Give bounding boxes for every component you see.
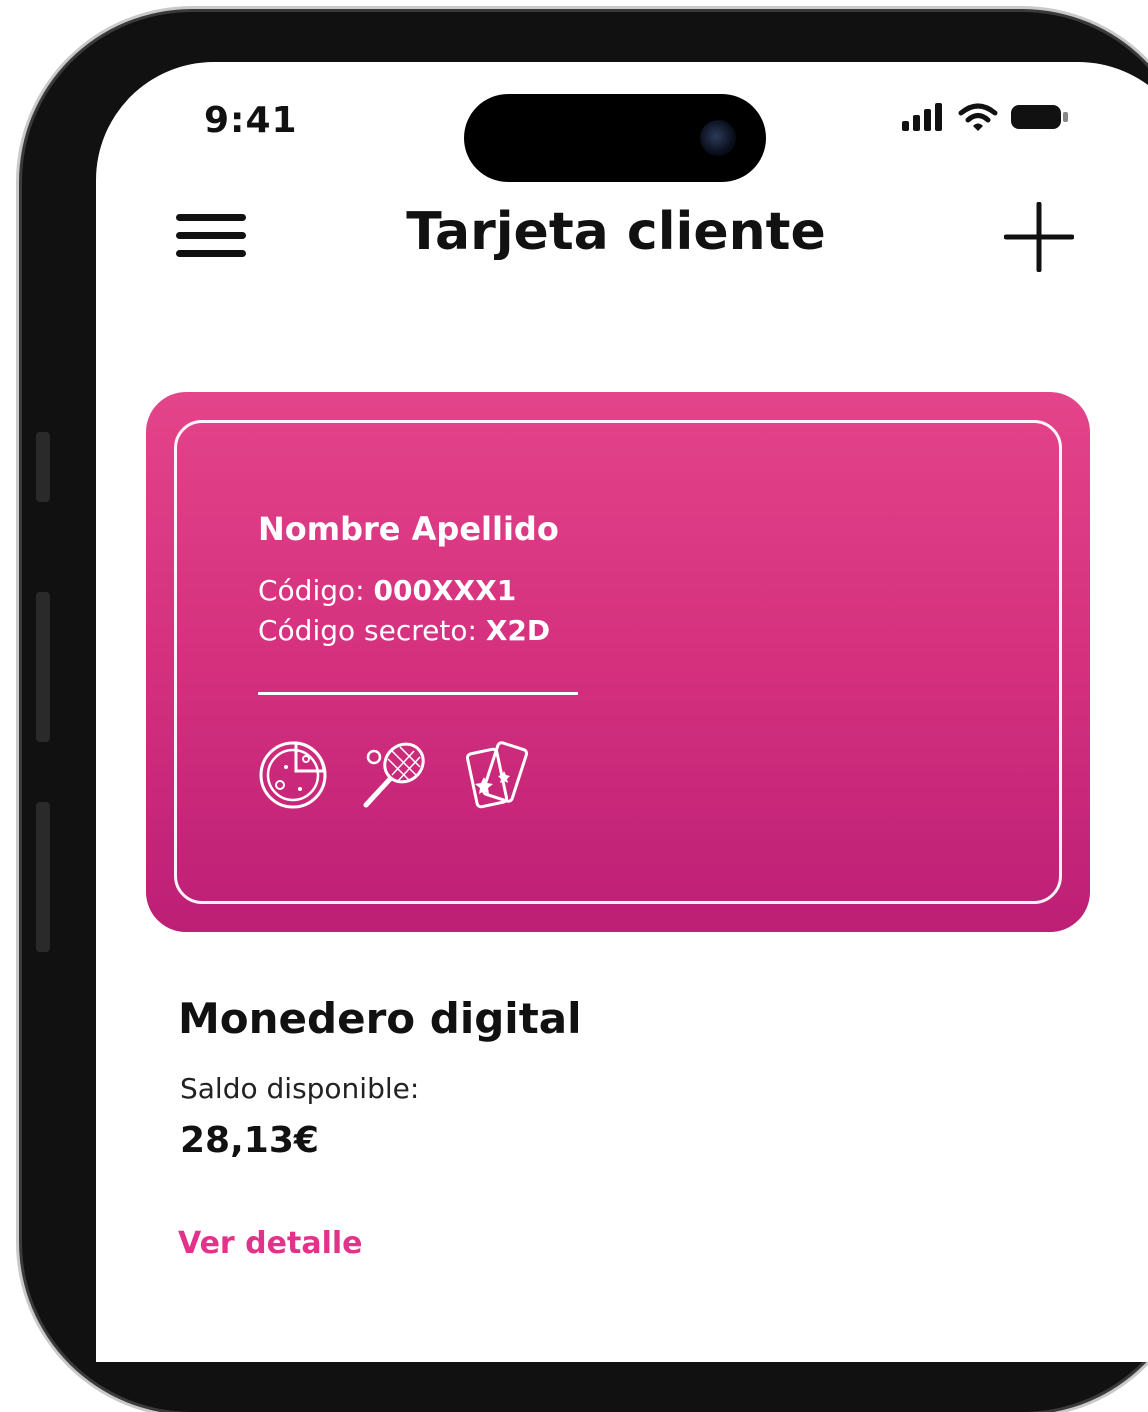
volume-up-button	[36, 592, 50, 742]
phone-screen: 9:41 Tarjeta cliente Nombre Apellido Cód…	[96, 62, 1148, 1362]
battery-icon	[1011, 105, 1068, 129]
plus-icon[interactable]	[1004, 202, 1074, 272]
wallet-title: Monedero digital	[178, 994, 582, 1043]
card-secret-label: Código secreto:	[258, 614, 477, 647]
wifi-icon	[958, 103, 998, 131]
tennis-racket-icon	[363, 742, 425, 808]
phone-frame: 9:41 Tarjeta cliente Nombre Apellido Cód…	[22, 12, 1148, 1412]
customer-card[interactable]: Nombre Apellido Código: 000XXX1 Código s…	[146, 392, 1090, 932]
mute-switch	[36, 432, 50, 502]
balance-value: 28,13€	[180, 1120, 319, 1161]
view-detail-link[interactable]: Ver detalle	[178, 1226, 362, 1261]
pizza-icon	[259, 741, 327, 809]
card-secret-value: X2D	[485, 614, 551, 647]
status-time: 9:41	[204, 100, 298, 141]
card-code-label: Código:	[258, 574, 365, 607]
card-divider	[258, 692, 578, 695]
volume-down-button	[36, 802, 50, 952]
camera-lens	[700, 120, 736, 156]
page-title: Tarjeta cliente	[406, 202, 826, 262]
card-code-value: 000XXX1	[373, 574, 517, 607]
card-secret-code: Código secreto: X2D	[258, 614, 550, 647]
dynamic-island	[464, 94, 766, 182]
tickets-icon	[465, 741, 529, 809]
card-border	[174, 420, 1062, 904]
balance-label: Saldo disponible:	[180, 1072, 420, 1105]
card-holder-name: Nombre Apellido	[258, 510, 559, 548]
hamburger-menu-icon[interactable]	[176, 212, 246, 262]
status-icons	[902, 102, 1070, 132]
card-benefit-icons	[256, 737, 534, 813]
signal-icon	[902, 103, 942, 131]
card-code: Código: 000XXX1	[258, 574, 516, 607]
